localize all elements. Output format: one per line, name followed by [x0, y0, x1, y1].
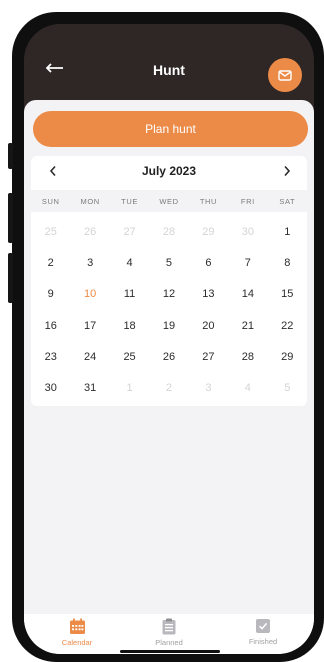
mail-button[interactable]: [268, 58, 302, 92]
calendar-day[interactable]: 3: [70, 248, 109, 279]
tab-label: Finished: [248, 637, 278, 646]
tab-label: Calendar: [61, 638, 93, 647]
header: Hunt: [24, 24, 314, 104]
calendar-day[interactable]: 17: [70, 311, 109, 342]
calendar-day[interactable]: 26: [149, 342, 188, 373]
calendar-day[interactable]: 27: [110, 217, 149, 248]
calendar-day[interactable]: 4: [110, 248, 149, 279]
calendar-day[interactable]: 25: [31, 217, 70, 248]
calendar-day[interactable]: 7: [228, 248, 267, 279]
side-button-volume-up: [8, 193, 13, 243]
calendar-day[interactable]: 30: [31, 373, 70, 404]
calendar-day[interactable]: 5: [268, 373, 307, 404]
calendar-day[interactable]: 3: [189, 373, 228, 404]
tab-finished[interactable]: Finished: [228, 618, 298, 652]
side-button-volume-down: [8, 253, 13, 303]
tab-planned[interactable]: Planned: [134, 618, 204, 652]
calendar-day[interactable]: 31: [70, 373, 109, 404]
calendar-day[interactable]: 1: [268, 217, 307, 248]
calendar-day[interactable]: 1: [110, 373, 149, 404]
calendar-day[interactable]: 2: [149, 373, 188, 404]
calendar-day[interactable]: 14: [228, 279, 267, 310]
calendar-day[interactable]: 4: [228, 373, 267, 404]
side-button-mute: [8, 143, 13, 169]
calendar-day[interactable]: 28: [149, 217, 188, 248]
month-label: July 2023: [141, 164, 197, 178]
calendar-day[interactable]: 2: [31, 248, 70, 279]
calendar-day[interactable]: 18: [110, 311, 149, 342]
calendar-day[interactable]: 12: [149, 279, 188, 310]
calendar-day[interactable]: 19: [149, 311, 188, 342]
calendar-day[interactable]: 9: [31, 279, 70, 310]
calendar-day[interactable]: 29: [189, 217, 228, 248]
clipboard-icon: [162, 618, 176, 635]
tab-label: Planned: [155, 638, 183, 647]
calendar-day[interactable]: 6: [189, 248, 228, 279]
calendar-day[interactable]: 16: [31, 311, 70, 342]
chevron-right-icon: [284, 165, 291, 177]
weekday-header: SUN MON TUE WED THU FRI SAT: [31, 190, 307, 212]
weekday-label: WED: [159, 196, 179, 206]
tab-calendar[interactable]: Calendar: [42, 618, 112, 652]
calendar-day[interactable]: 29: [268, 342, 307, 373]
calendar: July 2023 SUN MON TUE WED THU FRI SAT 25…: [31, 156, 307, 406]
day-grid: 25 26 27 28 29 30 1 2 3 4 5 6 7 8 9 10 11 12 13 14 15 16 17 18 1…: [31, 217, 307, 404]
calendar-day[interactable]: 27: [189, 342, 228, 373]
mail-icon: [278, 69, 292, 81]
calendar-day[interactable]: 5: [149, 248, 188, 279]
app-screen: Hunt Plan hunt July 2023 SUN MON TUE WED…: [24, 24, 314, 654]
weekday-label: TUE: [121, 196, 138, 206]
plan-hunt-button[interactable]: Plan hunt: [33, 111, 308, 147]
calendar-day[interactable]: 8: [268, 248, 307, 279]
calendar-day[interactable]: 25: [110, 342, 149, 373]
next-month-button[interactable]: [278, 164, 296, 180]
calendar-day[interactable]: 26: [70, 217, 109, 248]
calendar-day[interactable]: 23: [31, 342, 70, 373]
calendar-day-today[interactable]: 10: [70, 279, 109, 310]
calendar-icon: [69, 618, 85, 634]
calendar-day[interactable]: 28: [228, 342, 267, 373]
bottom-tab-bar: Calendar Planned Finished: [24, 614, 314, 654]
calendar-header: July 2023: [31, 156, 307, 188]
calendar-day[interactable]: 15: [268, 279, 307, 310]
content-area: Plan hunt July 2023 SUN MON TUE WED THU …: [24, 100, 314, 654]
home-indicator: [120, 650, 220, 653]
weekday-label: FRI: [240, 196, 255, 206]
checkbox-icon: [256, 619, 270, 633]
weekday-label: MON: [80, 196, 100, 206]
calendar-day[interactable]: 22: [268, 311, 307, 342]
calendar-day[interactable]: 20: [189, 311, 228, 342]
calendar-day[interactable]: 30: [228, 217, 267, 248]
calendar-day[interactable]: 11: [110, 279, 149, 310]
weekday-label: SUN: [41, 196, 60, 206]
weekday-label: THU: [199, 196, 218, 206]
weekday-label: SAT: [279, 196, 296, 206]
calendar-day[interactable]: 24: [70, 342, 109, 373]
calendar-day[interactable]: 13: [189, 279, 228, 310]
calendar-day[interactable]: 21: [228, 311, 267, 342]
